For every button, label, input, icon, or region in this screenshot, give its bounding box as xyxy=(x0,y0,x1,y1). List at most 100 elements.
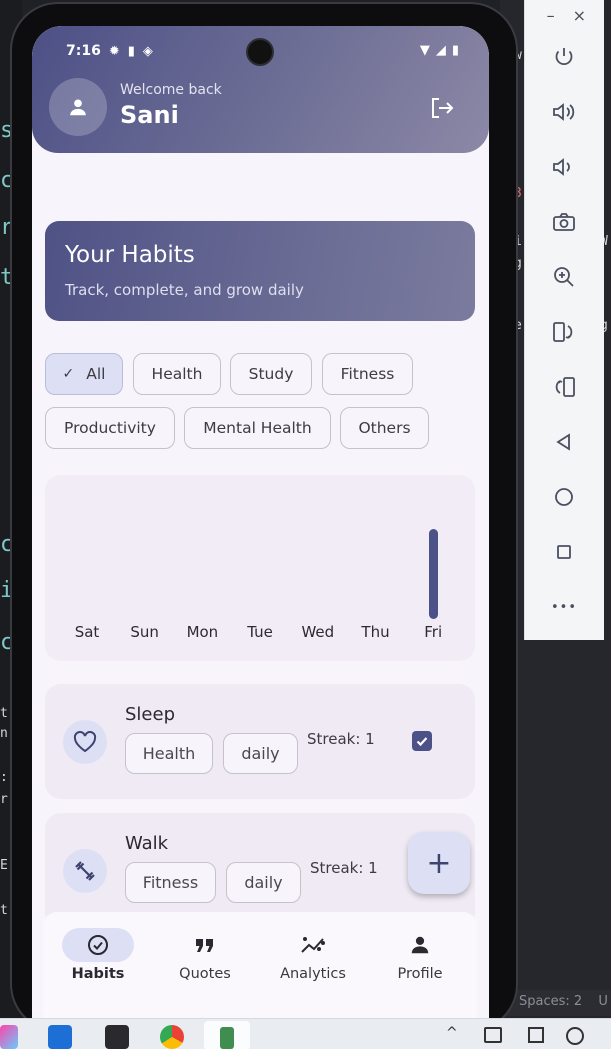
check-circle-icon xyxy=(88,935,108,955)
rotate-right-icon[interactable] xyxy=(547,370,581,404)
nav-item-quotes[interactable]: Quotes xyxy=(155,912,255,1002)
tray-chevron-icon[interactable]: ^ xyxy=(446,1025,458,1041)
nav-item-habits[interactable]: Habits xyxy=(48,912,148,1002)
chart-day-label: Sat xyxy=(74,623,100,641)
nav-label: Profile xyxy=(397,966,443,982)
bottom-nav: Habits Quotes Analytics Profile xyxy=(43,912,477,1018)
sd-card-icon: ▮ xyxy=(127,43,135,59)
hero-title: Your Habits xyxy=(65,242,195,268)
weekly-chart: Sat Sun Mon Tue Wed Thu Fri xyxy=(45,475,475,661)
filter-chip-health[interactable]: Health xyxy=(133,353,221,395)
taskbar-store-icon[interactable] xyxy=(48,1025,72,1049)
habit-frequency-tag: daily xyxy=(223,733,298,774)
filter-chip-productivity[interactable]: Productivity xyxy=(45,407,175,449)
analytics-icon xyxy=(277,928,349,962)
welcome-text: Welcome back xyxy=(120,82,222,98)
nav-item-analytics[interactable]: Analytics xyxy=(263,912,363,1002)
chart-day-label: Tue xyxy=(247,623,273,641)
back-icon[interactable] xyxy=(547,425,581,459)
habit-name: Sleep xyxy=(125,704,176,725)
editor-status-bar: Spaces: 2 U xyxy=(505,990,611,1016)
chart-day-label: Wed xyxy=(301,623,335,641)
windows-taskbar: ^ xyxy=(0,1018,611,1049)
taskbar-app-icon[interactable] xyxy=(105,1025,129,1049)
chip-label: All xyxy=(86,365,106,383)
volume-down-icon[interactable] xyxy=(547,150,581,184)
zoom-icon[interactable] xyxy=(547,260,581,294)
signal-icon: ◢ xyxy=(435,43,446,58)
close-button[interactable]: × xyxy=(573,6,586,32)
habit-category-tag: Health xyxy=(125,733,213,774)
tray-app-icon[interactable] xyxy=(528,1027,544,1043)
volume-up-icon[interactable] xyxy=(547,95,581,129)
more-icon[interactable]: ••• xyxy=(547,590,581,624)
chart-bar xyxy=(428,529,438,619)
filter-chip-all[interactable]: ✓ All xyxy=(45,353,123,395)
editor-text: : xyxy=(0,770,8,785)
editor-status-extra[interactable]: U xyxy=(598,994,608,1009)
chart-day-label: Thu xyxy=(361,623,390,641)
battery-icon: ▮ xyxy=(451,43,459,58)
power-icon[interactable] xyxy=(547,40,581,74)
nav-label: Quotes xyxy=(179,966,231,982)
editor-text: t xyxy=(0,706,8,721)
habit-complete-checkbox[interactable] xyxy=(412,731,432,751)
status-icons: ▼ ◢ ▮ xyxy=(420,43,459,58)
filter-chip-mental-health[interactable]: Mental Health xyxy=(184,407,331,449)
front-camera xyxy=(246,38,274,66)
nav-label: Analytics xyxy=(280,966,346,982)
minimize-button[interactable]: – xyxy=(547,6,555,32)
wifi-icon: ▼ xyxy=(419,43,430,58)
filter-chip-fitness[interactable]: Fitness xyxy=(322,353,413,395)
quote-icon xyxy=(169,928,241,962)
app-header: 7:16 ✹ ▮ ◈ ▼ ◢ ▮ Welcome back Sani xyxy=(32,26,489,153)
chrome-icon[interactable] xyxy=(160,1025,184,1049)
habit-streak: Streak: 1 xyxy=(310,859,378,877)
editor-text: n xyxy=(0,726,8,741)
home-icon[interactable] xyxy=(547,480,581,514)
tray-app-icon[interactable] xyxy=(566,1027,584,1045)
chart-day-label: Sun xyxy=(130,623,159,641)
chart-day-label: Fri xyxy=(424,623,443,641)
debug-icon: ✹ xyxy=(108,43,120,59)
logout-icon[interactable] xyxy=(428,94,456,122)
filter-chip-others[interactable]: Others xyxy=(340,407,429,449)
editor-status-text[interactable]: Spaces: 2 xyxy=(519,994,582,1009)
app-screen: 7:16 ✹ ▮ ◈ ▼ ◢ ▮ Welcome back Sani Your … xyxy=(32,26,489,1018)
nav-label: Habits xyxy=(71,966,125,982)
habit-name: Walk xyxy=(125,833,169,854)
tray-app-icon[interactable] xyxy=(484,1027,502,1043)
hero-subtitle: Track, complete, and grow daily xyxy=(65,281,304,299)
camera-icon[interactable] xyxy=(547,205,581,239)
habit-card[interactable]: Sleep Health daily Streak: 1 xyxy=(45,684,475,799)
status-bar: 7:16 ✹ ▮ ◈ xyxy=(66,43,153,59)
emulator-app-icon xyxy=(220,1027,234,1049)
editor-text: t xyxy=(0,903,8,918)
assistant-icon: ◈ xyxy=(142,43,153,59)
username: Sani xyxy=(120,101,179,129)
filter-chip-study[interactable]: Study xyxy=(230,353,312,395)
rotate-left-icon[interactable] xyxy=(547,315,581,349)
overview-icon[interactable] xyxy=(547,535,581,569)
emulator-toolbar: – × ••• xyxy=(524,0,604,640)
chart-day-label: Mon xyxy=(186,623,219,641)
editor-text: r xyxy=(0,792,8,807)
taskbar-active-app[interactable] xyxy=(204,1021,250,1049)
habit-streak: Streak: 1 xyxy=(307,730,375,748)
editor-text: E xyxy=(0,858,8,873)
habits-hero-card: Your Habits Track, complete, and grow da… xyxy=(45,221,475,321)
nav-item-profile[interactable]: Profile xyxy=(370,912,470,1002)
status-time: 7:16 xyxy=(66,43,101,59)
habit-frequency-tag: daily xyxy=(226,862,301,903)
taskbar-app-icon[interactable] xyxy=(0,1025,18,1049)
check-icon: ✓ xyxy=(62,366,75,382)
person-icon xyxy=(70,99,86,116)
nav-active-indicator xyxy=(62,928,134,962)
check-icon xyxy=(416,737,428,747)
add-habit-button[interactable]: + xyxy=(408,832,470,894)
person-icon xyxy=(384,928,456,962)
avatar[interactable] xyxy=(49,78,107,136)
heart-icon xyxy=(63,720,107,764)
dumbbell-icon xyxy=(63,849,107,893)
habit-category-tag: Fitness xyxy=(125,862,216,903)
